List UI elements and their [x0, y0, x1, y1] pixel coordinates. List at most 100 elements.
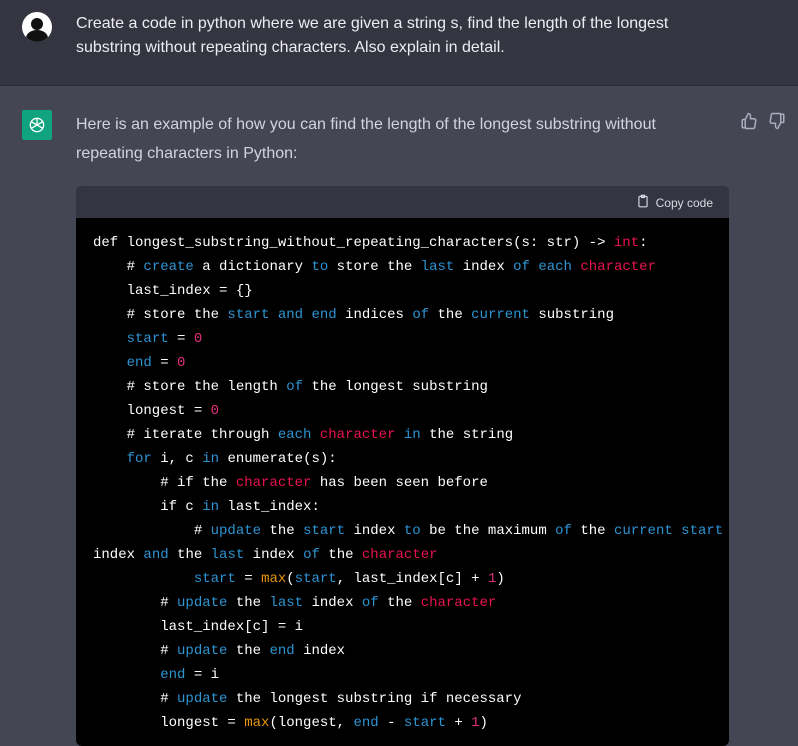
- code-line: last_index = {}: [93, 279, 729, 303]
- code-token: last: [210, 547, 245, 563]
- code-token: character: [361, 547, 438, 563]
- code-token: max: [261, 571, 287, 587]
- code-token: of: [303, 547, 320, 563]
- code-token: current: [613, 523, 673, 539]
- code-token: #: [93, 595, 178, 611]
- user-avatar-icon: [22, 12, 52, 42]
- code-line: end = i: [93, 663, 729, 687]
- code-token: character: [580, 259, 656, 275]
- code-token: update: [210, 523, 262, 539]
- code-block-header: Copy code: [76, 186, 729, 218]
- code-line: longest = max(longest, end - start + 1): [93, 711, 729, 735]
- code-token: index: [303, 595, 362, 611]
- code-token: #: [93, 523, 211, 539]
- code-token: store the: [328, 259, 421, 275]
- code-line: # update the end index: [93, 639, 729, 663]
- code-token: 0: [177, 355, 186, 371]
- code-line: if c in last_index:: [93, 495, 729, 519]
- code-token: the: [378, 595, 421, 611]
- code-token: int: [613, 235, 640, 251]
- code-line: # update the longest substring if necess…: [93, 687, 729, 711]
- code-token: of: [555, 523, 572, 539]
- code-token: and: [277, 307, 304, 323]
- code-token: if c: [93, 499, 203, 515]
- code-token: of: [286, 379, 304, 395]
- code-token: max: [244, 715, 270, 731]
- code-token: the: [227, 643, 270, 659]
- thumbs-down-icon[interactable]: [768, 112, 786, 130]
- code-token: start: [681, 523, 724, 539]
- code-token: enumerate(s):: [219, 451, 337, 467]
- code-line: # update the last index of the character: [93, 591, 729, 615]
- code-token: last_index[c] = i: [93, 619, 304, 635]
- code-token: start: [294, 571, 337, 587]
- code-token: end: [311, 307, 337, 323]
- code-token: each: [277, 427, 312, 443]
- code-token: longest =: [93, 715, 245, 731]
- code-token: character: [235, 475, 312, 491]
- code-token: 0: [193, 331, 203, 347]
- code-token: a dictionary: [193, 259, 312, 275]
- code-token: each: [538, 259, 572, 275]
- code-token: (: [286, 571, 295, 587]
- code-token: start: [126, 331, 169, 347]
- code-token: =: [168, 331, 194, 347]
- code-token: ): [496, 571, 505, 587]
- code-token: last_index = {}: [93, 283, 253, 299]
- code-token: end: [269, 643, 295, 659]
- code-line: end = 0: [93, 351, 729, 375]
- thumbs-up-icon[interactable]: [740, 112, 758, 130]
- code-token: =: [235, 571, 262, 587]
- feedback-controls: [740, 112, 786, 130]
- code-token: # iterate through: [93, 427, 278, 443]
- code-token: #: [93, 259, 144, 275]
- code-token: the: [168, 547, 211, 563]
- code-line: def longest_substring_without_repeating_…: [93, 231, 729, 255]
- code-token: def longest_substring_without_repeating_…: [93, 235, 614, 251]
- copy-code-button[interactable]: Copy code: [636, 194, 713, 211]
- code-token: the: [227, 595, 270, 611]
- code-token: start: [403, 715, 446, 731]
- code-token: index: [454, 259, 514, 275]
- code-token: in: [403, 427, 421, 443]
- code-token: (longest,: [269, 715, 354, 731]
- code-token: of: [412, 307, 430, 323]
- code-line: index and the last index of the characte…: [93, 543, 729, 567]
- code-token: =: [151, 355, 178, 371]
- code-token: ): [479, 715, 488, 731]
- code-line: # iterate through each character in the …: [93, 423, 729, 447]
- code-token: # if the: [93, 475, 236, 491]
- code-token: 0: [210, 403, 220, 419]
- code-line: for i, c in enumerate(s):: [93, 447, 729, 471]
- code-token: update: [177, 691, 228, 707]
- code-token: to: [403, 523, 421, 539]
- code-token: :: [639, 235, 648, 251]
- code-token: substring: [529, 307, 614, 323]
- code-token: i, c: [151, 451, 203, 467]
- code-token: end: [353, 715, 379, 731]
- code-token: create: [143, 259, 194, 275]
- code-token: has been seen before: [311, 475, 488, 491]
- code-line: last_index[c] = i: [93, 615, 729, 639]
- code-token: of: [361, 595, 379, 611]
- code-line: start = 0: [93, 327, 729, 351]
- code-token: in: [202, 451, 220, 467]
- code-token: last: [420, 259, 455, 275]
- code-token: the: [571, 523, 614, 539]
- code-token: , last_index[c] +: [336, 571, 488, 587]
- code-token: character: [319, 427, 396, 443]
- code-line: start = max(start, last_index[c] + 1): [93, 567, 729, 591]
- code-line: # if the character has been seen before: [93, 471, 729, 495]
- code-token: the longest substring: [303, 379, 488, 395]
- code-token: last: [269, 595, 304, 611]
- user-message-text: Create a code in python where we are giv…: [76, 15, 669, 56]
- code-token: -: [378, 715, 404, 731]
